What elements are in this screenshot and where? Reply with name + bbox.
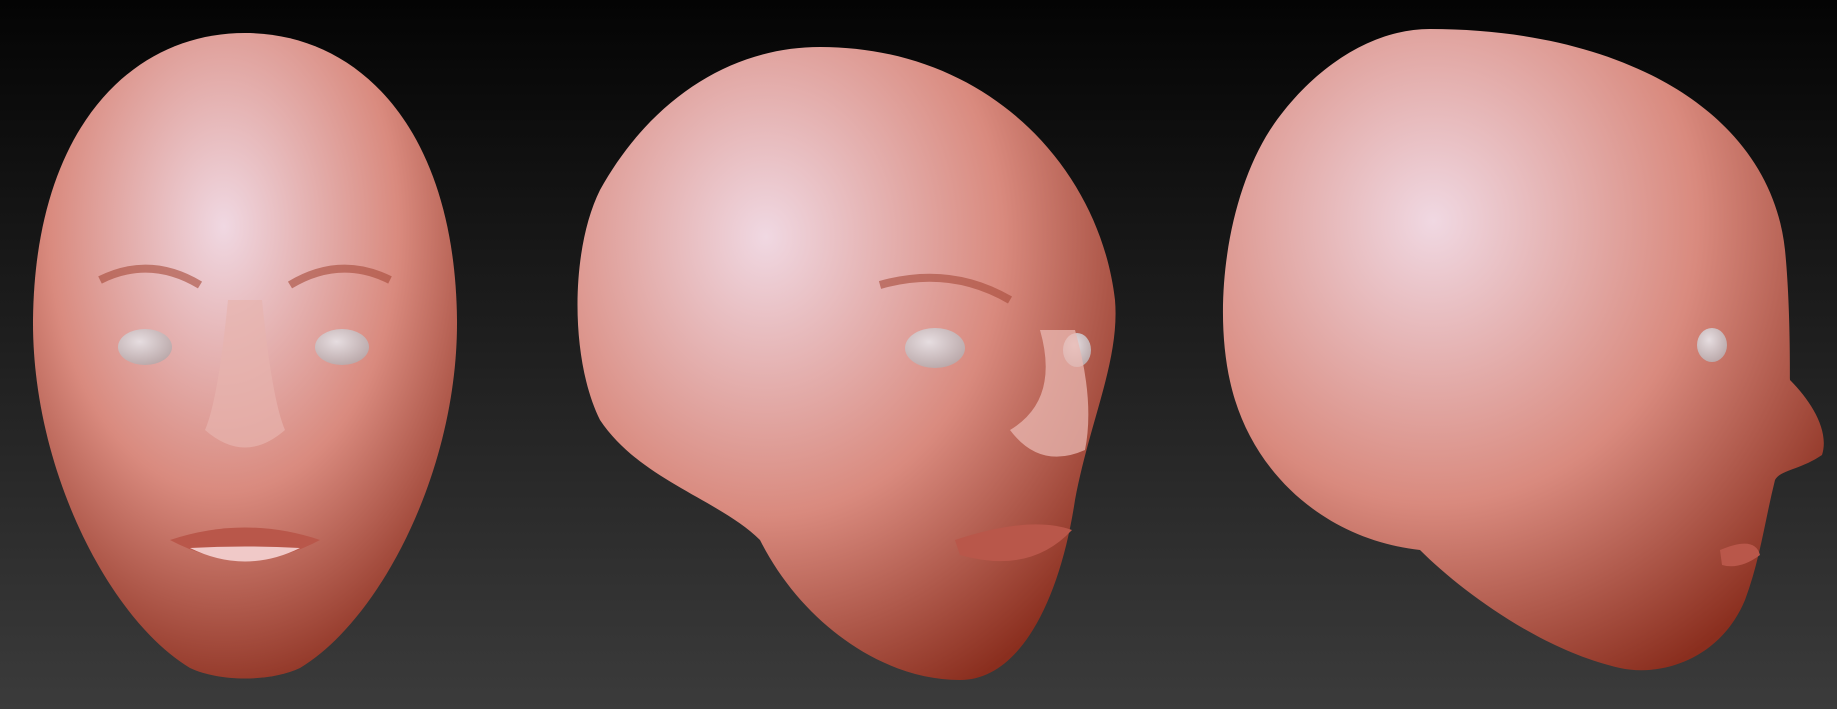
eye-left: [905, 328, 965, 368]
sculpt-render-viewport: [0, 0, 1837, 709]
eye: [1697, 328, 1727, 362]
eye-left: [118, 329, 172, 365]
eye-right: [315, 329, 369, 365]
